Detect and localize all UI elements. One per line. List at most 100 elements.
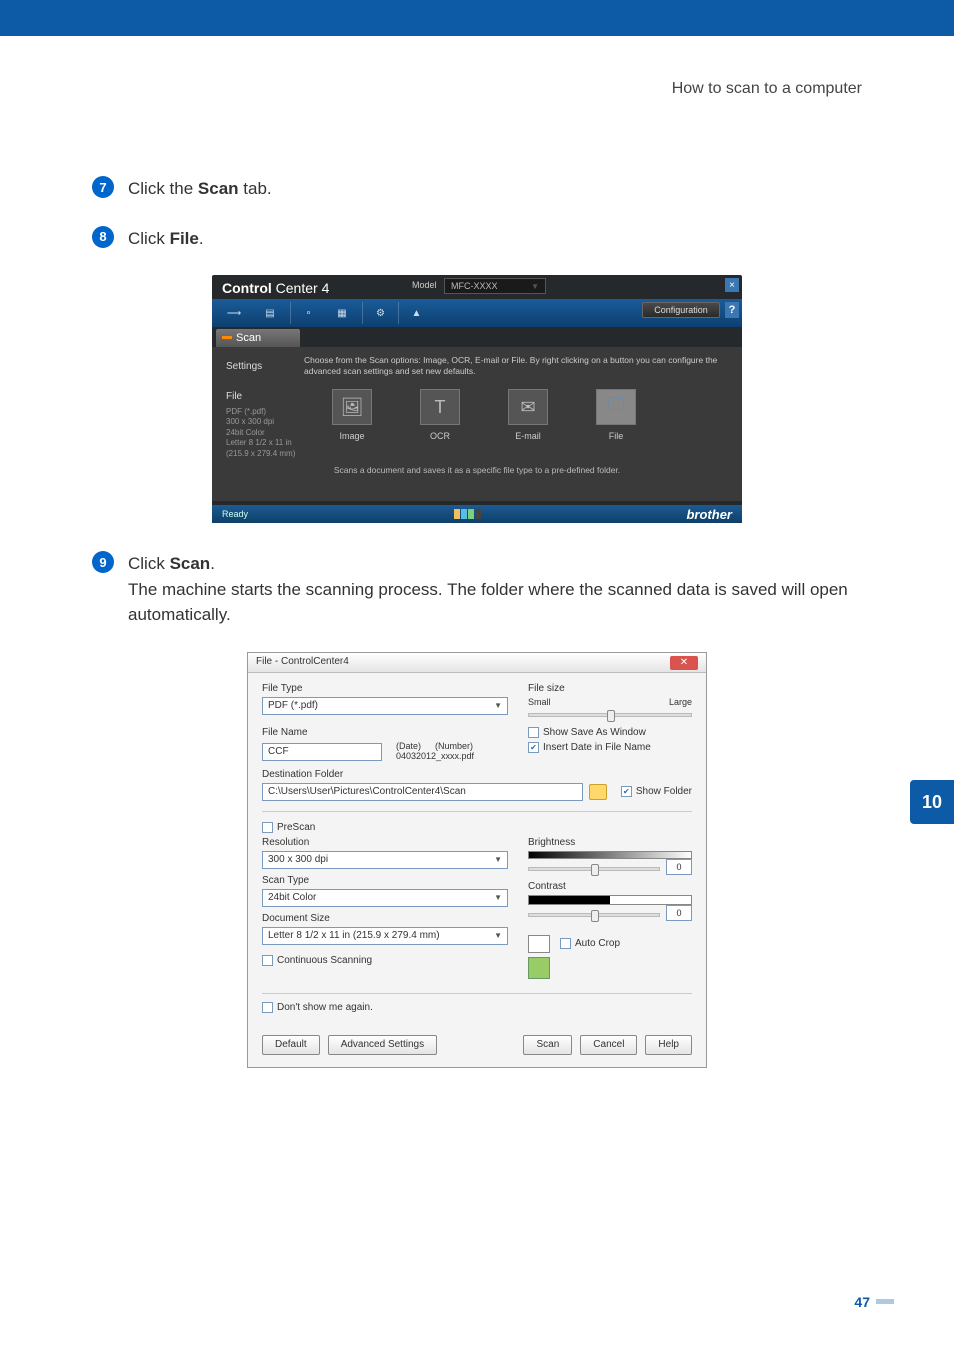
settings-description: Choose from the Scan options: Image, OCR… xyxy=(304,355,728,377)
file-type-label: File Type xyxy=(262,683,508,694)
chapter-tab: 10 xyxy=(910,780,954,824)
chevron-down-icon: ▼ xyxy=(494,893,502,902)
settings-label: Settings xyxy=(226,361,262,372)
step-text-pre: Click xyxy=(128,554,170,573)
destination-value: C:\Users\User\Pictures\ControlCenter4\Sc… xyxy=(268,786,466,797)
step-7: 7 Click the Scan tab. xyxy=(92,176,862,202)
continuous-scanning-checkbox[interactable]: Continuous Scanning xyxy=(262,955,508,966)
brightness-slider[interactable] xyxy=(528,867,660,871)
step-text-bold: File xyxy=(170,229,199,248)
destination-folder-label: Destination Folder xyxy=(262,769,692,780)
prescan-checkbox[interactable]: PreScan xyxy=(262,822,692,833)
resolution-select[interactable]: 300 x 300 dpi▼ xyxy=(262,851,508,869)
step-8: 8 Click File. xyxy=(92,226,862,252)
advanced-settings-button[interactable]: Advanced Settings xyxy=(328,1035,437,1055)
opt-label: E-mail xyxy=(515,431,541,441)
close-icon[interactable]: × xyxy=(725,278,739,292)
step-text-pre: Click the xyxy=(128,179,198,198)
browse-folder-icon[interactable] xyxy=(589,784,607,800)
file-name-value: CCF xyxy=(268,746,289,757)
scanner-icon[interactable]: ⟶ xyxy=(218,302,250,324)
scan-tab-accent xyxy=(222,336,232,339)
scan-ocr-button[interactable]: T OCR xyxy=(420,389,460,441)
scantype-value: 24bit Color xyxy=(268,892,316,903)
chevron-down-icon: ▼ xyxy=(494,931,502,940)
contrast-label: Contrast xyxy=(528,881,692,892)
scan-button[interactable]: Scan xyxy=(523,1035,572,1055)
chk-label: Insert Date in File Name xyxy=(543,742,651,753)
resolution-label: Resolution xyxy=(262,837,508,848)
scan-email-button[interactable]: ✉ E-mail xyxy=(508,389,548,441)
file-name-input[interactable]: CCF xyxy=(262,743,382,761)
docsize-value: Letter 8 1/2 x 11 in (215.9 x 279.4 mm) xyxy=(268,930,440,941)
destination-folder-input[interactable]: C:\Users\User\Pictures\ControlCenter4\Sc… xyxy=(262,783,583,801)
date-label: (Date) xyxy=(396,741,421,751)
cc4-model-value: MFC-XXXX xyxy=(451,281,498,291)
step-text-bold: Scan xyxy=(170,554,211,573)
brightness-label: Brightness xyxy=(528,837,692,848)
scan-tab[interactable]: Scan xyxy=(216,329,300,347)
opt-label: Image xyxy=(339,431,364,441)
file-size-large: Large xyxy=(669,697,692,707)
scan-image-button[interactable]: 🖼Image xyxy=(332,389,372,441)
insert-date-checkbox[interactable]: ✔Insert Date in File Name xyxy=(528,742,692,753)
file-size-slider[interactable] xyxy=(528,713,692,717)
scan-file-description: Scans a document and saves it as a speci… xyxy=(212,465,742,475)
status-label: Ready xyxy=(222,509,248,519)
file-type-select[interactable]: PDF (*.pdf) ▼ xyxy=(262,697,508,715)
contrast-gradient xyxy=(528,895,692,905)
cc4-title-bold: Control xyxy=(222,280,272,296)
chk-label: Show Save As Window xyxy=(543,727,646,738)
help-icon[interactable]: ? xyxy=(725,302,739,318)
controlcenter4-window: Control Center 4 Model MFC-XXXX ▼ × ⟶ ▤ … xyxy=(212,275,742,523)
file-info: PDF (*.pdf) 300 x 300 dpi 24bit Color Le… xyxy=(226,407,295,459)
document-icon[interactable]: ▤ xyxy=(254,302,286,324)
file-size-label: File size xyxy=(528,683,692,694)
brightness-value[interactable]: 0 xyxy=(666,859,692,875)
configuration-button[interactable]: Configuration xyxy=(642,302,720,318)
cc4-model-select[interactable]: MFC-XXXX ▼ xyxy=(444,278,546,294)
cc4-title-rest: Center 4 xyxy=(276,280,330,296)
opt-label: OCR xyxy=(430,431,450,441)
page-number-accent xyxy=(876,1299,894,1304)
text-icon: T xyxy=(420,389,460,425)
default-button[interactable]: Default xyxy=(262,1035,320,1055)
file-size-small: Small xyxy=(528,697,551,707)
help-button[interactable]: Help xyxy=(645,1035,692,1055)
contrast-slider[interactable] xyxy=(528,913,660,917)
scan-file-button[interactable]: 🗀File xyxy=(596,389,636,441)
step-9: 9 Click Scan. The machine starts the sca… xyxy=(92,551,862,628)
scantype-select[interactable]: 24bit Color ▼ xyxy=(262,889,508,907)
file-label: File xyxy=(226,391,242,402)
step-text-pre: Click xyxy=(128,229,170,248)
docsize-select[interactable]: Letter 8 1/2 x 11 in (215.9 x 279.4 mm) ▼ xyxy=(262,927,508,945)
close-icon[interactable]: ✕ xyxy=(670,656,698,670)
show-folder-checkbox[interactable]: ✔Show Folder xyxy=(621,786,692,797)
step-text-bold: Scan xyxy=(198,179,239,198)
file-scan-dialog: File - ControlCenter4 ✕ File Type PDF (*… xyxy=(247,652,707,1068)
page-number: 47 xyxy=(854,1294,870,1310)
chk-label: PreScan xyxy=(277,822,315,833)
docsize-label: Document Size xyxy=(262,913,508,924)
dialog-title: File - ControlCenter4 xyxy=(256,656,349,669)
cc4-model-label: Model xyxy=(412,280,437,290)
orientation-icon[interactable] xyxy=(528,957,550,979)
camera-icon[interactable]: ∘ xyxy=(290,302,322,324)
ink-levels-icon xyxy=(454,509,481,519)
step-number: 7 xyxy=(92,176,114,198)
step-text-post: . xyxy=(210,554,215,573)
chevron-down-icon: ▼ xyxy=(531,282,539,291)
cancel-button[interactable]: Cancel xyxy=(580,1035,637,1055)
autocrop-checkbox[interactable]: Auto Crop xyxy=(560,938,620,949)
opt-label: File xyxy=(609,431,624,441)
contrast-value[interactable]: 0 xyxy=(666,905,692,921)
pcfax-icon[interactable]: ▦ xyxy=(326,302,358,324)
resolution-value: 300 x 300 dpi xyxy=(268,854,328,865)
chk-label: Continuous Scanning xyxy=(277,955,372,966)
dont-show-again-checkbox[interactable]: Don't show me again. xyxy=(262,1002,692,1013)
show-saveas-checkbox[interactable]: Show Save As Window xyxy=(528,727,692,738)
envelope-icon: ✉ xyxy=(508,389,548,425)
file-name-label: File Name xyxy=(262,727,508,738)
support-icon[interactable]: ▲ xyxy=(398,302,430,324)
device-settings-icon[interactable]: ⚙ xyxy=(362,302,394,324)
